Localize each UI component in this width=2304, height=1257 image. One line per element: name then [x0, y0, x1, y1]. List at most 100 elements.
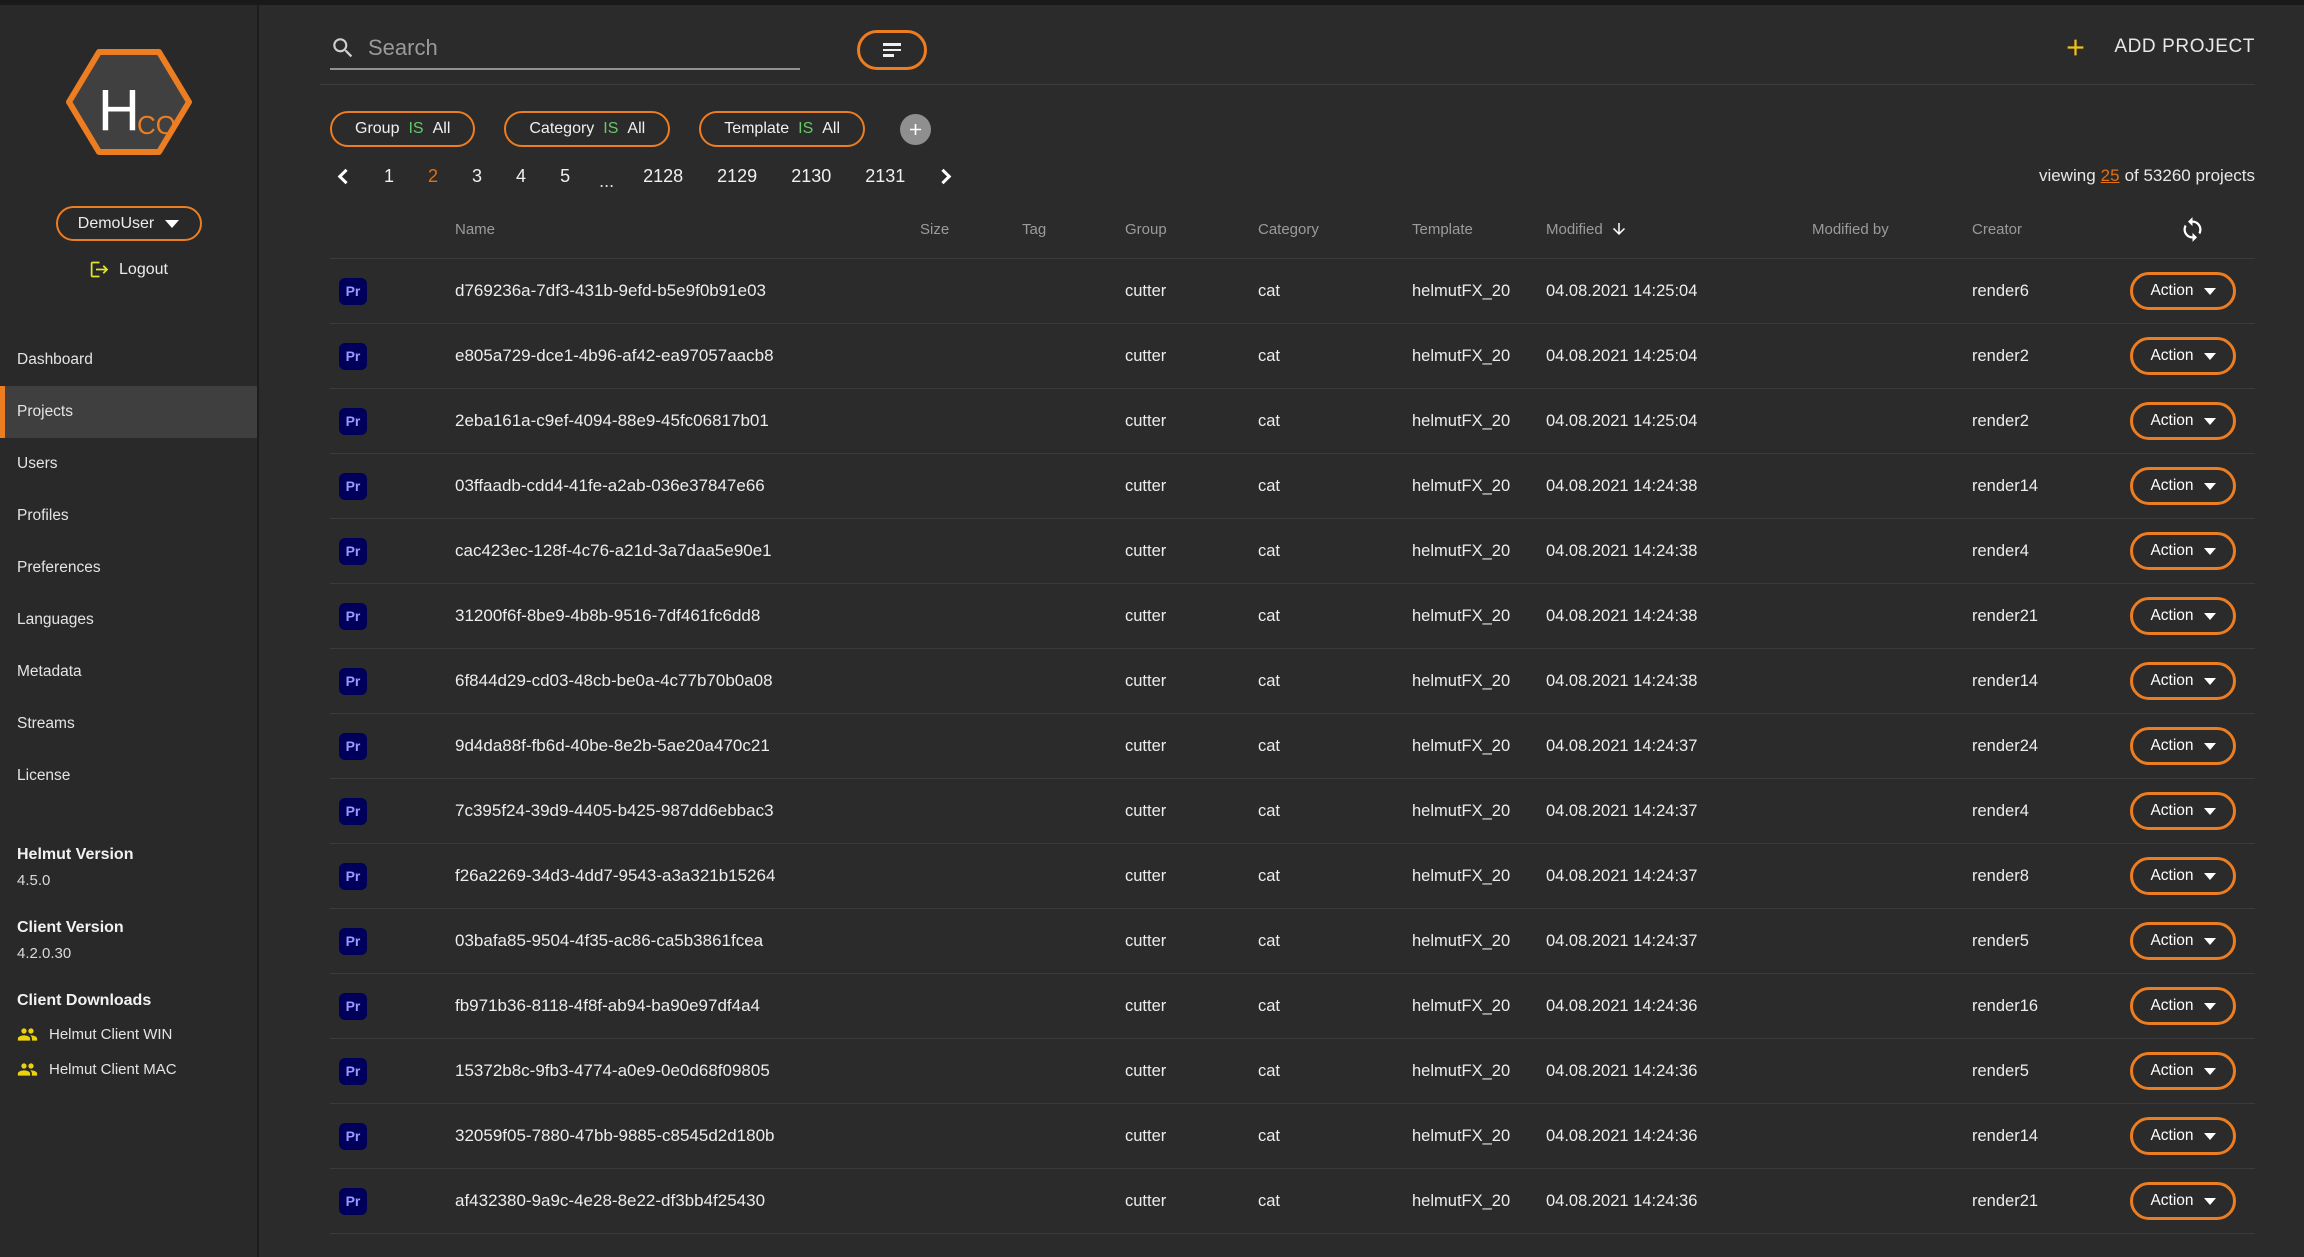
sidebar-item-dashboard[interactable]: Dashboard [0, 334, 257, 386]
table-row[interactable]: Pr 31200f6f-8be9-4b8b-9516-7df461fc6dd8 … [330, 583, 2255, 648]
action-button[interactable]: Action [2130, 402, 2236, 440]
sidebar-item-streams[interactable]: Streams [0, 698, 257, 750]
filter-chip-group[interactable]: Group IS All [330, 111, 475, 147]
action-label: Action [2150, 737, 2193, 755]
chevron-down-icon [2204, 1068, 2216, 1075]
sidebar-item-users[interactable]: Users [0, 438, 257, 490]
action-button[interactable]: Action [2130, 987, 2236, 1025]
chevron-down-icon [2204, 483, 2216, 490]
logout-button[interactable]: Logout [89, 259, 168, 280]
action-button[interactable]: Action [2130, 467, 2236, 505]
table-row[interactable]: Pr 32059f05-7880-47bb-9885-c8545d2d180b … [330, 1103, 2255, 1168]
column-header-category[interactable]: Category [1258, 221, 1412, 238]
action-button[interactable]: Action [2130, 272, 2236, 310]
user-menu-button[interactable]: DemoUser [56, 206, 202, 241]
action-button[interactable]: Action [2130, 1182, 2236, 1220]
sidebar-item-projects[interactable]: Projects [0, 386, 257, 438]
table-row[interactable]: Pr 15372b8c-9fb3-4774-a0e9-0e0d68f09805 … [330, 1038, 2255, 1103]
project-modified: 04.08.2021 14:25:04 [1546, 282, 1812, 301]
column-header-modified[interactable]: Modified [1546, 220, 1812, 238]
page-2[interactable]: 2 [417, 166, 449, 187]
add-filter-button[interactable] [900, 114, 931, 145]
viewing-count[interactable]: 25 [2101, 166, 2120, 185]
project-name: fb971b36-8118-4f8f-ab94-ba90e97df4a4 [455, 996, 920, 1016]
column-header-tag[interactable]: Tag [1022, 221, 1125, 238]
action-button[interactable]: Action [2130, 792, 2236, 830]
action-button[interactable]: Action [2130, 597, 2236, 635]
table-row[interactable]: Pr af432380-9a9c-4e28-8e22-df3bb4f25430 … [330, 1168, 2255, 1233]
project-template: helmutFX_20 [1412, 607, 1546, 626]
sidebar-item-license[interactable]: License [0, 750, 257, 802]
next-page-button[interactable] [936, 168, 952, 184]
table-row[interactable]: Pr 7c395f24-39d9-4405-b425-987dd6ebbac3 … [330, 778, 2255, 843]
page-4[interactable]: 4 [505, 166, 537, 187]
project-name: 31200f6f-8be9-4b8b-9516-7df461fc6dd8 [455, 606, 920, 626]
action-button[interactable]: Action [2130, 532, 2236, 570]
table-row[interactable]: Pr 9d4da88f-fb6d-40be-8e2b-5ae20a470c21 … [330, 713, 2255, 778]
sidebar-item-languages[interactable]: Languages [0, 594, 257, 646]
table-row[interactable]: Pr fb971b36-8118-4f8f-ab94-ba90e97df4a4 … [330, 973, 2255, 1038]
viewing-summary: viewing25of 53260 projects [2039, 166, 2255, 186]
table-row[interactable]: Pr e805a729-dce1-4b96-af42-ea97057aacb8 … [330, 323, 2255, 388]
project-creator: render4 [1972, 542, 2130, 561]
filter-chip-template[interactable]: Template IS All [699, 111, 865, 147]
action-button[interactable]: Action [2130, 662, 2236, 700]
action-button[interactable]: Action [2130, 922, 2236, 960]
table-row[interactable]: Pr 6f844d29-cd03-48cb-be0a-4c77b70b0a08 … [330, 648, 2255, 713]
sidebar-item-profiles[interactable]: Profiles [0, 490, 257, 542]
project-template: helmutFX_20 [1412, 932, 1546, 951]
chevron-down-icon [2204, 548, 2216, 555]
page-1[interactable]: 1 [373, 166, 405, 187]
project-template: helmutFX_20 [1412, 802, 1546, 821]
table-row[interactable]: Pr 03bafa85-9504-4f35-ac86-ca5b3861fcea … [330, 908, 2255, 973]
action-button[interactable]: Action [2130, 1117, 2236, 1155]
chip-operator: IS [603, 120, 618, 138]
column-header-template[interactable]: Template [1412, 221, 1546, 238]
table-row[interactable]: Pr 2eba161a-c9ef-4094-88e9-45fc06817b01 … [330, 388, 2255, 453]
page-2130[interactable]: 2130 [780, 166, 842, 187]
project-creator: render4 [1972, 802, 2130, 821]
download-helmut-client-win[interactable]: Helmut Client WIN [17, 1024, 257, 1045]
column-header-group[interactable]: Group [1125, 221, 1258, 238]
project-template: helmutFX_20 [1412, 477, 1546, 496]
sort-descending-icon [1610, 220, 1628, 238]
action-button[interactable]: Action [2130, 337, 2236, 375]
table-row[interactable]: Pr 03ffaadb-cdd4-41fe-a2ab-036e37847e66 … [330, 453, 2255, 518]
refresh-button[interactable] [2179, 216, 2206, 243]
action-button[interactable]: Action [2130, 727, 2236, 765]
logo-letter: H [98, 78, 140, 143]
page-2128[interactable]: 2128 [632, 166, 694, 187]
column-header-size[interactable]: Size [920, 221, 1022, 238]
chip-operator: IS [798, 120, 813, 138]
add-project-button[interactable]: ADD PROJECT [2062, 34, 2255, 61]
sidebar-item-label: Streams [17, 715, 75, 733]
column-header-modified-by[interactable]: Modified by [1812, 221, 1972, 238]
main-content: ADD PROJECT Group IS All Category IS All… [259, 5, 2304, 1257]
filter-sort-button[interactable] [857, 30, 927, 70]
column-header-creator[interactable]: Creator [1972, 221, 2130, 238]
sidebar-item-metadata[interactable]: Metadata [0, 646, 257, 698]
action-label: Action [2150, 607, 2193, 625]
action-button[interactable]: Action [2130, 857, 2236, 895]
page-5[interactable]: 5 [549, 166, 581, 187]
action-button[interactable]: Action [2130, 1052, 2236, 1090]
table-row[interactable]: Pr d769236a-7df3-431b-9efd-b5e9f0b91e03 … [330, 258, 2255, 323]
sidebar-item-preferences[interactable]: Preferences [0, 542, 257, 594]
download-helmut-client-mac[interactable]: Helmut Client MAC [17, 1059, 257, 1080]
page-2129[interactable]: 2129 [706, 166, 768, 187]
filter-chip-category[interactable]: Category IS All [504, 111, 670, 147]
project-modified: 04.08.2021 14:24:38 [1546, 542, 1812, 561]
project-name: 03bafa85-9504-4f35-ac86-ca5b3861fcea [455, 931, 920, 951]
column-header-name[interactable]: Name [455, 221, 920, 238]
project-name: e805a729-dce1-4b96-af42-ea97057aacb8 [455, 346, 920, 366]
project-name: af432380-9a9c-4e28-8e22-df3bb4f25430 [455, 1191, 920, 1211]
table-row[interactable]: Pr f26a2269-34d3-4dd7-9543-a3a321b15264 … [330, 843, 2255, 908]
page-2131[interactable]: 2131 [854, 166, 916, 187]
action-label: Action [2150, 932, 2193, 950]
search-input[interactable] [368, 35, 800, 61]
page-3[interactable]: 3 [461, 166, 493, 187]
project-name: 9d4da88f-fb6d-40be-8e2b-5ae20a470c21 [455, 736, 920, 756]
download-label: Helmut Client MAC [49, 1061, 177, 1078]
prev-page-button[interactable] [338, 168, 354, 184]
table-row[interactable]: Pr cac423ec-128f-4c76-a21d-3a7daa5e90e1 … [330, 518, 2255, 583]
